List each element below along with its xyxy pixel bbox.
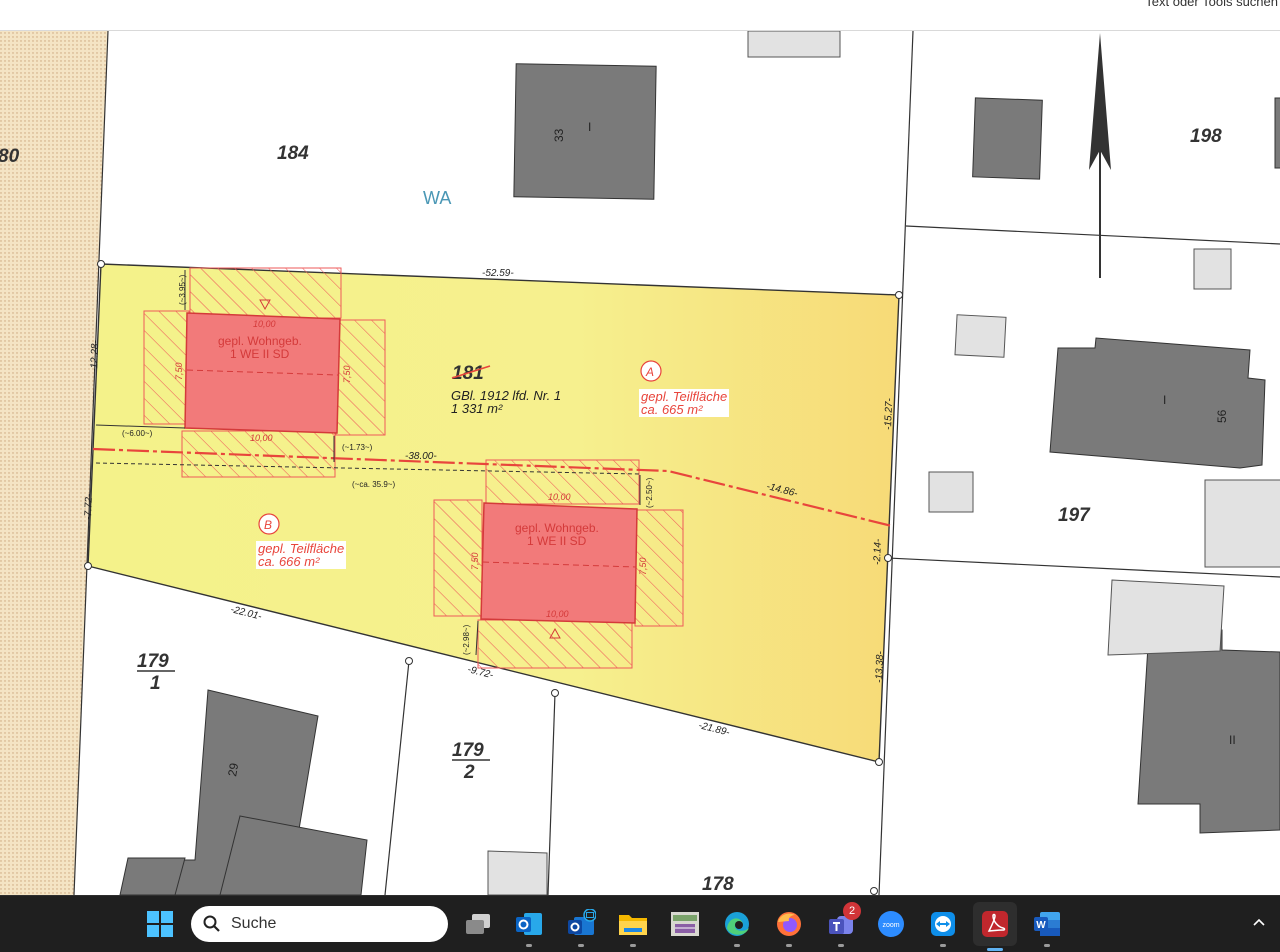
north-arrow-icon bbox=[1089, 33, 1111, 278]
dim-right-lower: -13.38- bbox=[874, 650, 886, 683]
teamviewer-icon bbox=[931, 912, 955, 936]
show-hidden-icons-button[interactable] bbox=[1252, 914, 1266, 932]
outlook-icon bbox=[516, 913, 542, 935]
task-view-button[interactable] bbox=[460, 906, 496, 942]
dim-right-upper: -15.27- bbox=[883, 397, 895, 430]
search-tools-field[interactable]: Text oder Tools suchen bbox=[1145, 0, 1278, 9]
offset-b-bottom: (~2.98~) bbox=[462, 624, 471, 655]
taskbar-edge[interactable] bbox=[719, 906, 755, 947]
house-b-line1: gepl. Wohngeb. bbox=[515, 521, 599, 535]
offset-mid: (~1.73~) bbox=[342, 443, 373, 452]
taskbar: Suche 2 zoom W bbox=[0, 895, 1280, 952]
dim-split-left: -38.00- bbox=[405, 451, 437, 462]
offset-b-top: (~2.50~) bbox=[645, 477, 654, 508]
taskbar-file-explorer[interactable] bbox=[615, 906, 651, 947]
taskbar-outlook-new[interactable] bbox=[511, 906, 547, 947]
storey-right-bottom: II bbox=[1229, 733, 1236, 747]
edge-icon bbox=[725, 912, 749, 936]
plot-number-197: 197 bbox=[1058, 505, 1091, 526]
word-icon: W bbox=[1034, 912, 1060, 936]
storey-33: I bbox=[588, 120, 591, 134]
task-view-icon bbox=[466, 914, 490, 934]
dim-top: -52.59- bbox=[482, 268, 514, 279]
zoom-icon: zoom bbox=[878, 911, 904, 937]
plot-number-178: 178 bbox=[702, 874, 734, 895]
taskbar-baucad[interactable] bbox=[667, 906, 703, 942]
house-b-width-top: 10,00 bbox=[548, 492, 571, 502]
start-button[interactable] bbox=[142, 906, 178, 942]
zone-label: WA bbox=[423, 188, 451, 208]
house-b-width-bottom: 10,00 bbox=[546, 609, 569, 619]
plot-area: 1 331 m² bbox=[451, 401, 503, 416]
plot-number-184: 184 bbox=[277, 143, 309, 164]
taskbar-zoom[interactable]: zoom bbox=[873, 906, 909, 942]
taskbar-firefox[interactable] bbox=[771, 906, 807, 947]
building-number-33: 33 bbox=[552, 128, 566, 142]
offset-left: (~6.00~) bbox=[122, 429, 153, 438]
folder-icon bbox=[619, 915, 647, 935]
plot-number-179-2-den: 2 bbox=[463, 762, 475, 783]
site-plan-drawing: 80 184 198 197 179 1 179 2 178 181 WA GB… bbox=[0, 31, 1280, 895]
plot-number-179-1-num: 179 bbox=[137, 651, 169, 672]
house-a-width-top: 10,00 bbox=[253, 319, 276, 329]
dim-left-lower: -7.72- bbox=[83, 493, 95, 520]
word-letter: W bbox=[1036, 920, 1046, 931]
house-a-line2: 1 WE II SD bbox=[230, 347, 290, 361]
firefox-icon bbox=[777, 912, 801, 936]
building-number-29: 29 bbox=[225, 762, 241, 778]
house-a-line1: gepl. Wohngeb. bbox=[218, 334, 302, 348]
plan-canvas[interactable]: 80 184 198 197 179 1 179 2 178 181 WA GB… bbox=[0, 31, 1280, 895]
building-number-56: 56 bbox=[1215, 409, 1229, 423]
chevron-up-icon bbox=[1253, 918, 1265, 926]
marker-a: A bbox=[645, 365, 654, 379]
house-b-line2: 1 WE II SD bbox=[527, 534, 587, 548]
plot-number-179-2-num: 179 bbox=[452, 740, 484, 761]
offset-top: (~3.95~) bbox=[178, 274, 187, 305]
marker-b: B bbox=[264, 518, 272, 532]
cad-app-icon bbox=[671, 912, 699, 936]
building-right-ii bbox=[1137, 629, 1280, 834]
taskbar-outlook-classic[interactable] bbox=[563, 906, 599, 947]
teams-notification-badge: 2 bbox=[843, 902, 861, 920]
building-56 bbox=[1049, 337, 1266, 469]
taskbar-word[interactable]: W bbox=[1029, 906, 1065, 947]
house-b-height-left: 7,50 bbox=[470, 552, 480, 570]
house-a-height-left: 7,50 bbox=[174, 362, 184, 380]
partial-a-line2: ca. 665 m² bbox=[641, 402, 703, 417]
storey-56: I bbox=[1163, 393, 1166, 407]
plot-number-180: 80 bbox=[0, 146, 20, 167]
taskbar-teamviewer[interactable] bbox=[925, 906, 961, 947]
building-198 bbox=[972, 97, 1043, 180]
search-icon bbox=[203, 915, 220, 932]
dim-right-mid: -2.14- bbox=[872, 538, 884, 565]
dim-left-upper: -12.28- bbox=[89, 339, 101, 372]
house-a-width-bottom: 10,00 bbox=[250, 433, 273, 443]
taskbar-teams[interactable]: 2 bbox=[823, 902, 861, 947]
search-placeholder: Suche bbox=[231, 915, 277, 932]
offset-total: (~ca. 35.9~) bbox=[352, 480, 395, 489]
house-a-height-right: 7,50 bbox=[342, 365, 352, 383]
building-33 bbox=[513, 63, 657, 200]
taskbar-acrobat[interactable] bbox=[973, 902, 1017, 951]
taskbar-search[interactable]: Suche bbox=[191, 906, 448, 942]
house-b-height-right: 7,50 bbox=[638, 557, 648, 575]
viewer-top-bar: Text oder Tools suchen bbox=[0, 0, 1280, 31]
plot-number-179-1-den: 1 bbox=[150, 673, 161, 694]
outlook-mail-icon bbox=[568, 909, 596, 935]
windows-logo-icon bbox=[147, 911, 173, 937]
partial-b-line2: ca. 666 m² bbox=[258, 554, 320, 569]
plot-number-198: 198 bbox=[1190, 126, 1222, 147]
zoom-wordmark: zoom bbox=[882, 922, 899, 929]
acrobat-icon bbox=[982, 911, 1008, 937]
